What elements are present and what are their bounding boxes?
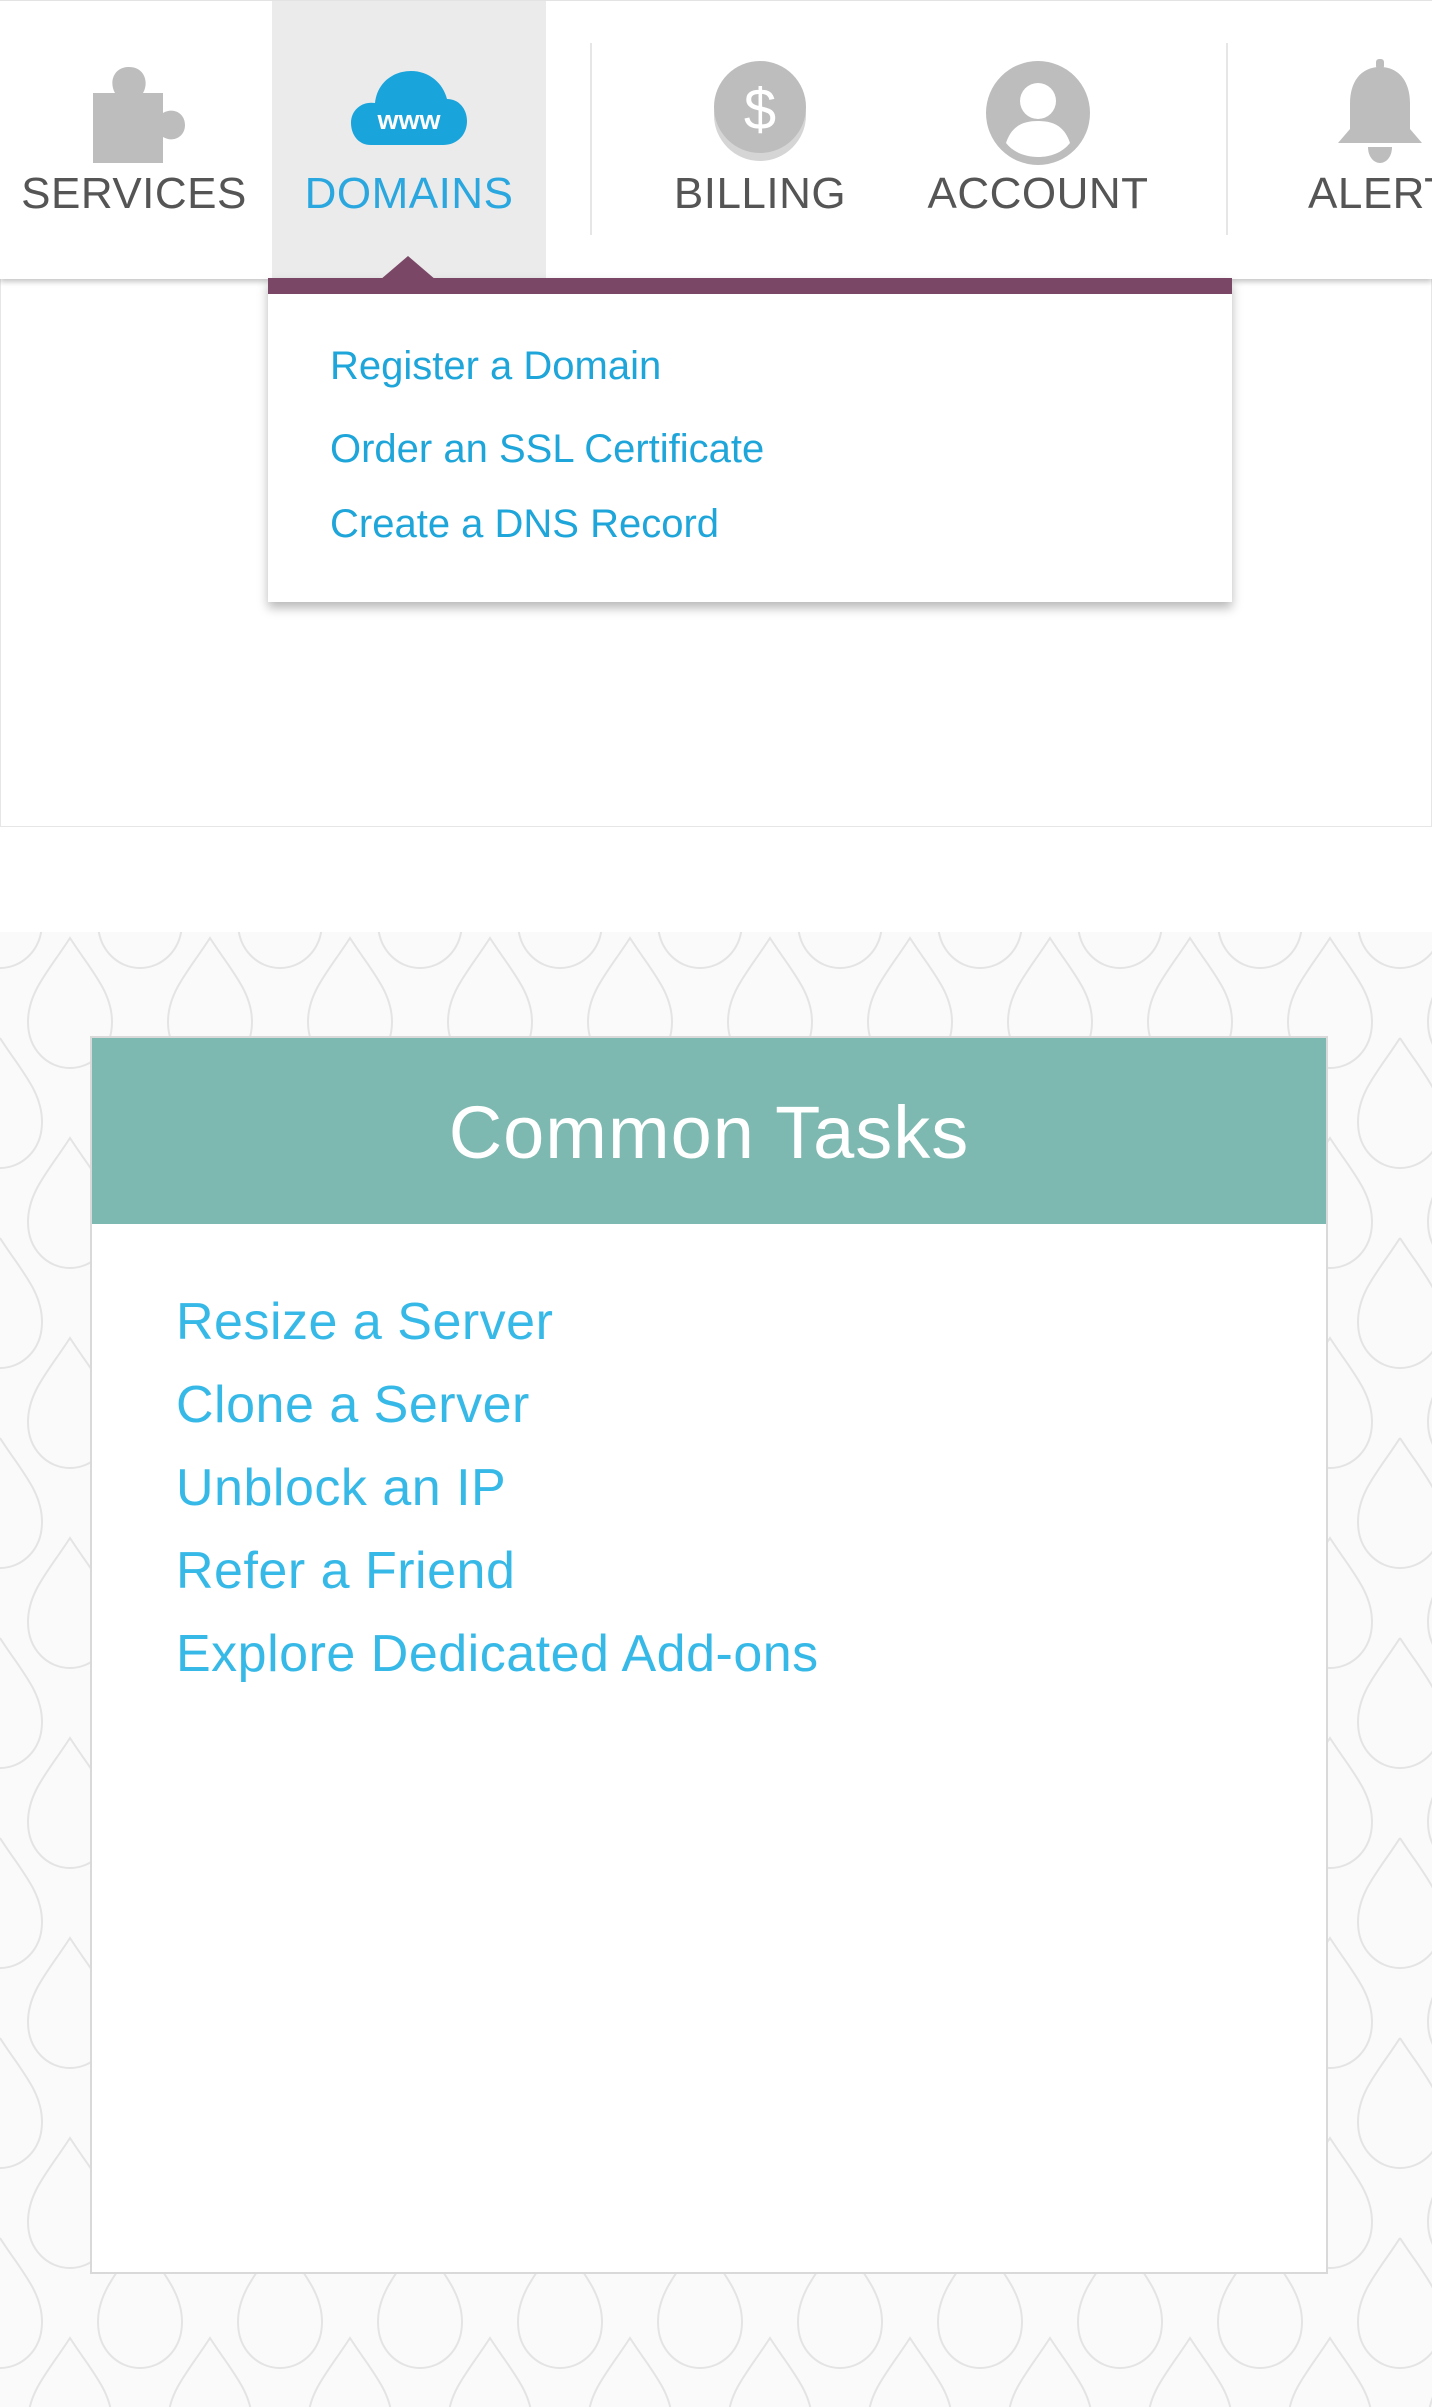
nav-label-services: SERVICES: [21, 169, 247, 218]
unblock-ip-link[interactable]: Unblock an IP: [176, 1458, 506, 1518]
nav-item-account[interactable]: ACCOUNT: [900, 1, 1176, 279]
clone-server-link[interactable]: Clone a Server: [176, 1375, 530, 1435]
common-tasks-header: Common Tasks: [92, 1038, 1326, 1224]
dollar-coin-icon: $: [710, 59, 810, 168]
svg-text:$: $: [744, 77, 776, 142]
nav-item-alerts[interactable]: ALERTS: [1268, 1, 1432, 279]
top-navigation: SERVICES www DOMAINS $ BILLING ACCOUNT A…: [0, 0, 1432, 279]
refer-friend-link[interactable]: Refer a Friend: [176, 1541, 515, 1601]
bell-icon: [1332, 59, 1428, 172]
nav-label-alerts: ALERTS: [1308, 169, 1432, 218]
resize-server-link[interactable]: Resize a Server: [176, 1292, 553, 1352]
common-tasks-title: Common Tasks: [448, 1091, 970, 1174]
nav-item-billing[interactable]: $ BILLING: [622, 1, 898, 279]
dropdown-caret: [380, 256, 436, 280]
nav-divider: [590, 43, 592, 235]
nav-item-services[interactable]: SERVICES: [0, 1, 268, 279]
order-ssl-certificate-link[interactable]: Order an SSL Certificate: [330, 427, 764, 472]
create-dns-record-link[interactable]: Create a DNS Record: [330, 502, 719, 547]
nav-item-domains[interactable]: www DOMAINS: [272, 1, 546, 279]
nav-label-account: ACCOUNT: [927, 169, 1149, 218]
domains-dropdown-menu: Register a Domain Order an SSL Certifica…: [268, 278, 1232, 602]
nav-divider: [1226, 43, 1228, 235]
nav-label-domains: DOMAINS: [304, 169, 514, 218]
register-domain-link[interactable]: Register a Domain: [330, 344, 661, 389]
explore-dedicated-addons-link[interactable]: Explore Dedicated Add-ons: [176, 1624, 819, 1684]
common-tasks-card: Common Tasks Resize a Server Clone a Ser…: [90, 1036, 1328, 2274]
puzzle-icon: [79, 59, 189, 172]
user-icon: [984, 59, 1092, 172]
svg-text:www: www: [376, 105, 441, 135]
nav-label-billing: BILLING: [673, 169, 847, 218]
www-cloud-icon: www: [351, 59, 467, 156]
